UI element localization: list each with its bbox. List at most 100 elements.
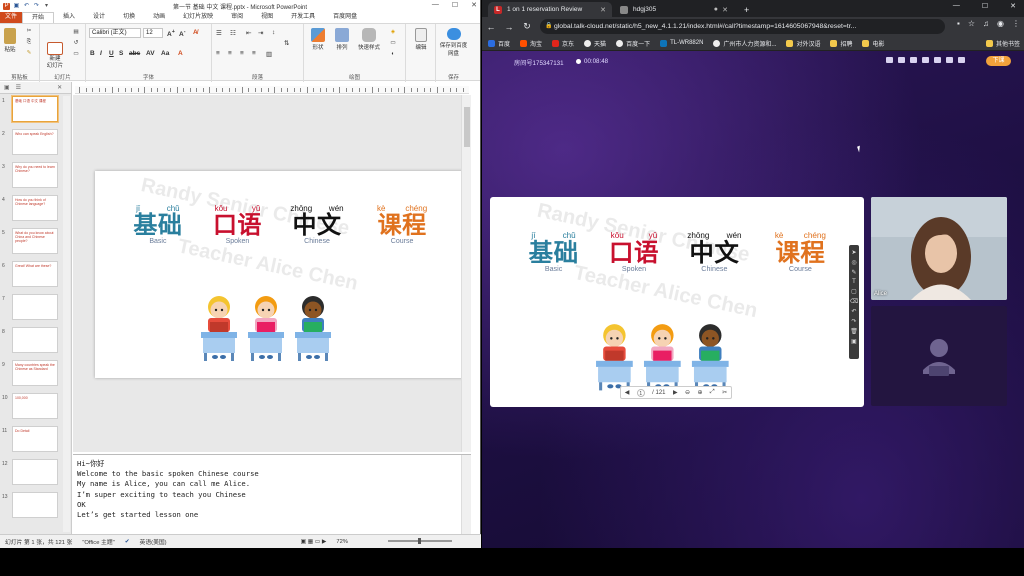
- slide-thumbnail[interactable]: Many countries speak the Chinese as Stan…: [12, 360, 58, 386]
- align-right-icon[interactable]: ≡: [240, 50, 244, 57]
- new-slide-button[interactable]: 新建 幻灯片: [44, 28, 66, 77]
- close-tab-icon[interactable]: ✕: [722, 6, 728, 14]
- tab-hdgj305[interactable]: hdgj305 ● ✕: [614, 2, 734, 17]
- clear-format-icon[interactable]: A̸: [193, 29, 198, 36]
- strikethrough-button[interactable]: abc: [129, 50, 140, 57]
- slide-thumbnail[interactable]: Who can speak English?: [12, 129, 58, 155]
- copy-icon[interactable]: ⎘: [22, 39, 36, 46]
- close-icon[interactable]: ✕: [1010, 2, 1016, 10]
- shape-fill-icon[interactable]: ◈: [386, 29, 400, 35]
- grow-font-icon[interactable]: A+: [167, 29, 175, 38]
- slide-scrollbar[interactable]: [461, 95, 471, 452]
- eraser-tool-icon[interactable]: ⌫: [850, 298, 858, 305]
- edit-button[interactable]: 编辑: [409, 28, 433, 51]
- courseware-whiteboard[interactable]: Randy Senior Chinese Teacher Alice Chen jī…: [490, 197, 864, 407]
- profile-icon[interactable]: ◉: [997, 19, 1004, 28]
- slide-thumbnail[interactable]: [12, 327, 58, 353]
- slide-thumbnail[interactable]: [12, 492, 58, 518]
- shape-outline-icon[interactable]: ▭: [386, 40, 400, 46]
- forward-icon[interactable]: →: [500, 22, 518, 32]
- bookmark-hr-gz[interactable]: 广州市人力资源和...: [713, 39, 776, 48]
- notes-scrollbar[interactable]: [461, 455, 471, 535]
- undo-tool-icon[interactable]: ↶: [851, 308, 856, 315]
- close-tab-icon[interactable]: ✕: [600, 6, 606, 14]
- paste-button[interactable]: 粘贴: [2, 28, 18, 53]
- bookmark-other[interactable]: 其他书签: [985, 39, 1020, 48]
- bookmark-folder-jobs[interactable]: 招聘: [830, 39, 852, 48]
- slide-thumbnail[interactable]: Great! What are these?: [12, 261, 58, 287]
- save-to-baidu-button[interactable]: 保存到百度网盘: [438, 28, 469, 57]
- new-tab-button[interactable]: +: [740, 2, 756, 17]
- columns-icon[interactable]: ▥: [266, 50, 272, 58]
- arrange-button[interactable]: 排列: [331, 28, 353, 51]
- slide-thumbnail[interactable]: Do Detail: [12, 426, 58, 452]
- slide-thumbnail[interactable]: [12, 294, 58, 320]
- tab-view[interactable]: 视图: [252, 12, 282, 23]
- thumbnails-scrollbar[interactable]: [63, 96, 70, 532]
- char-spacing-icon[interactable]: AV: [146, 50, 155, 57]
- end-class-button[interactable]: 下课: [986, 56, 1011, 66]
- tab-insert[interactable]: 插入: [54, 12, 84, 23]
- font-size-select[interactable]: 12: [143, 28, 163, 38]
- shape-effects-icon[interactable]: ◐: [386, 51, 400, 57]
- bookmark-jd[interactable]: 京东: [552, 39, 574, 48]
- media-icon[interactable]: ♫: [983, 19, 989, 28]
- back-icon[interactable]: ←: [482, 22, 500, 32]
- text-direction-icon[interactable]: ⇅: [284, 39, 289, 47]
- speaker-notes[interactable]: Hi~你好 Welcome to the basic spoken Chines…: [73, 454, 471, 535]
- layout-icon[interactable]: ▤: [70, 29, 82, 35]
- font-color-icon[interactable]: A: [178, 50, 183, 57]
- pen-tool-icon[interactable]: ✎: [851, 269, 856, 276]
- numbering-icon[interactable]: ☷: [230, 29, 236, 37]
- bookmark-folder-tcfl[interactable]: 对外汉语: [786, 39, 820, 48]
- format-painter-icon[interactable]: ✎: [22, 50, 36, 56]
- bookmark-tmall[interactable]: 天猫: [584, 39, 606, 48]
- bold-button[interactable]: B: [90, 50, 95, 57]
- close-icon[interactable]: ✕: [471, 1, 477, 9]
- folder-icon[interactable]: [898, 57, 905, 63]
- justify-icon[interactable]: ≡: [252, 50, 256, 57]
- line-spacing-icon[interactable]: ↕: [272, 29, 275, 36]
- next-page-icon[interactable]: ▶: [673, 389, 678, 396]
- camera-icon[interactable]: ▪: [957, 19, 960, 28]
- italic-button[interactable]: I: [100, 50, 102, 57]
- quick-styles-button[interactable]: 快速样式: [355, 28, 383, 51]
- tab-animations[interactable]: 动画: [144, 12, 174, 23]
- address-bar[interactable]: 🔒 global.talk-cloud.net/static/h5_new_4.…: [540, 19, 945, 34]
- page-input[interactable]: 1: [636, 388, 645, 397]
- chat-icon[interactable]: [922, 57, 929, 63]
- zoom-in-icon[interactable]: ⊕: [697, 389, 702, 396]
- font-name-select[interactable]: Calibri (正文): [89, 28, 141, 38]
- close-tab-icon[interactable]: ●: [714, 6, 718, 13]
- bookmark-star-icon[interactable]: ☆: [968, 19, 975, 28]
- fullscreen-icon[interactable]: [958, 57, 965, 63]
- slide-thumbnail[interactable]: What do you know about China and Chinese…: [12, 228, 58, 254]
- slide-1[interactable]: Randy Senior Chinese Teacher Alice Chen jī…: [95, 171, 465, 378]
- bookmark-taobao[interactable]: 淘宝: [520, 39, 542, 48]
- shapes-button[interactable]: 形状: [307, 28, 329, 51]
- fullscreen-courseware-icon[interactable]: ⤢: [710, 389, 715, 396]
- tools-courseware-icon[interactable]: ✂: [722, 389, 727, 396]
- tab-review[interactable]: 审阅: [222, 12, 252, 23]
- shape-tool-icon[interactable]: ▢: [851, 288, 857, 295]
- reset-icon[interactable]: ↺: [70, 40, 82, 46]
- slide-thumbnail[interactable]: How do you think of Chinese language?: [12, 195, 58, 221]
- tab-reservation-review[interactable]: L 1 on 1 reservation Review ✕: [488, 2, 612, 17]
- tab-transitions[interactable]: 切换: [114, 12, 144, 23]
- bookmark-folder-movies[interactable]: 电影: [862, 39, 884, 48]
- align-center-icon[interactable]: ≡: [228, 50, 232, 57]
- maximize-icon[interactable]: ☐: [452, 1, 458, 9]
- change-case-icon[interactable]: Aa: [161, 50, 169, 57]
- lock-icon[interactable]: 🔒: [545, 19, 552, 34]
- bullets-icon[interactable]: ☰: [216, 29, 222, 37]
- layout-icon[interactable]: [886, 57, 893, 63]
- tab-developer[interactable]: 开发工具: [282, 12, 324, 23]
- shrink-font-icon[interactable]: A-: [179, 29, 186, 38]
- maximize-icon[interactable]: ☐: [982, 2, 988, 10]
- tab-design[interactable]: 设计: [84, 12, 114, 23]
- tools-icon[interactable]: [910, 57, 917, 63]
- underline-button[interactable]: U: [109, 50, 114, 57]
- zoom-slider-knob[interactable]: [418, 538, 421, 544]
- outline-tab-icon[interactable]: ☰: [16, 84, 21, 91]
- bookmark-baidu[interactable]: 百度: [488, 39, 510, 48]
